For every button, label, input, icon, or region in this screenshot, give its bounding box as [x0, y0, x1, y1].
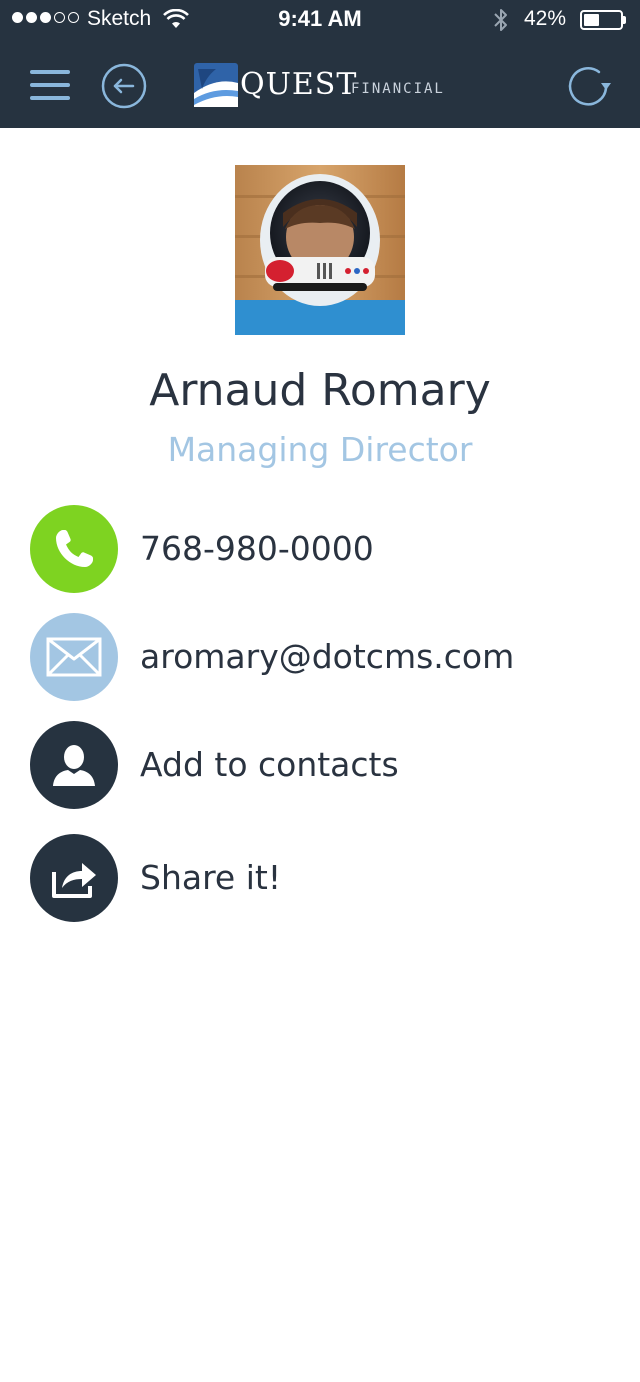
- battery-icon: [580, 10, 626, 30]
- mail-icon: [30, 613, 118, 701]
- bluetooth-icon: [494, 9, 507, 31]
- email-action[interactable]: aromary@dotcms.com: [30, 613, 590, 701]
- refresh-icon[interactable]: [566, 63, 612, 109]
- person-icon: [30, 721, 118, 809]
- logo-mark-icon: [194, 63, 238, 107]
- quest-financial-logo: QUEST FINANCIAL: [194, 63, 464, 107]
- logo-brand-sub: FINANCIAL: [351, 81, 445, 97]
- phone-number: 768-980-0000: [140, 529, 374, 568]
- app-header: Sketch 9:41 AM 42% QUEST FINANCIAL: [0, 0, 640, 128]
- logo-brand: QUEST: [240, 67, 358, 102]
- add-contact-label: Add to contacts: [140, 745, 399, 784]
- phone-icon: [30, 505, 118, 593]
- share-icon: [30, 834, 118, 922]
- menu-line: [30, 70, 70, 74]
- menu-line: [30, 83, 70, 87]
- email-address: aromary@dotcms.com: [140, 637, 515, 676]
- battery-percent: 42%: [524, 7, 567, 30]
- status-bar: Sketch 9:41 AM 42%: [0, 0, 640, 40]
- call-action[interactable]: 768-980-0000: [30, 505, 590, 593]
- menu-button[interactable]: [30, 70, 70, 100]
- avatar-photo: [235, 165, 405, 335]
- back-arrow-icon[interactable]: [101, 63, 147, 109]
- contact-title: Managing Director: [167, 430, 473, 469]
- menu-line: [30, 96, 70, 100]
- battery-level: [584, 14, 599, 26]
- share-action[interactable]: Share it!: [30, 834, 590, 922]
- add-contact-action[interactable]: Add to contacts: [30, 721, 590, 809]
- avatar: [235, 165, 405, 335]
- contact-name: Arnaud Romary: [149, 365, 491, 416]
- share-label: Share it!: [140, 858, 282, 897]
- battery-nub: [623, 16, 626, 24]
